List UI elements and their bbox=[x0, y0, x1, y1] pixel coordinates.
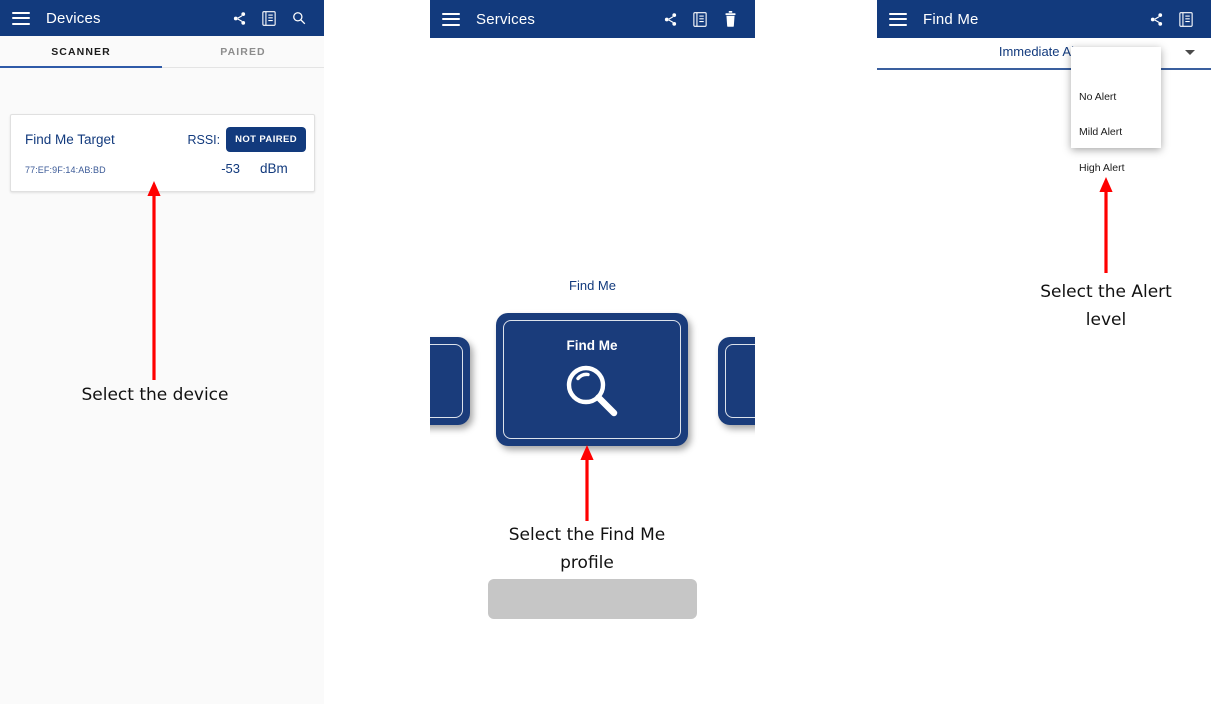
chevron-down-icon[interactable] bbox=[1185, 50, 1195, 55]
annotation-arrow-alert bbox=[1096, 176, 1116, 273]
annotation-label-profile: Select the Find Me profile bbox=[508, 525, 666, 573]
pair-status-button[interactable]: NOT PAIRED bbox=[226, 127, 306, 152]
profile-card-partial-right[interactable] bbox=[718, 337, 755, 425]
card-inner-frame bbox=[725, 344, 755, 418]
profile-card-label: Find Me bbox=[566, 338, 618, 353]
hamburger-icon[interactable] bbox=[889, 12, 907, 26]
trash-icon[interactable] bbox=[717, 6, 743, 32]
annotation-label-alert: Select the Alert level bbox=[1040, 282, 1172, 330]
devices-tabs: SCANNER PAIRED bbox=[0, 36, 324, 68]
tab-scanner[interactable]: SCANNER bbox=[0, 36, 162, 68]
rssi-unit: dBm bbox=[260, 161, 288, 176]
devices-appbar: Devices bbox=[0, 0, 324, 36]
hamburger-icon[interactable] bbox=[12, 11, 30, 25]
services-appbar: Services bbox=[430, 0, 755, 38]
device-name: Find Me Target bbox=[25, 132, 115, 147]
hamburger-icon[interactable] bbox=[442, 12, 460, 26]
log-icon[interactable] bbox=[687, 6, 713, 32]
magnifier-icon bbox=[496, 363, 688, 421]
rssi-value: -53 bbox=[221, 161, 240, 176]
device-mac-address: 77:EF:9F:14:AB:BD bbox=[25, 165, 106, 175]
log-icon[interactable] bbox=[256, 5, 282, 31]
tab-paired[interactable]: PAIRED bbox=[162, 36, 324, 67]
annotation-arrow-profile bbox=[577, 444, 597, 521]
device-row-secondary: 77:EF:9F:14:AB:BD -53 dBm bbox=[25, 161, 300, 176]
alert-level-dropdown[interactable]: No Alert Mild Alert High Alert bbox=[1071, 47, 1161, 174]
profile-card-carousel: Find Me bbox=[430, 313, 755, 446]
rssi-label: RSSI: bbox=[187, 132, 221, 147]
share-icon[interactable] bbox=[657, 6, 683, 32]
profile-card-partial-left[interactable] bbox=[430, 337, 470, 425]
annotation-label-device: Select the device bbox=[81, 385, 229, 405]
services-section-title: Find Me bbox=[569, 278, 616, 293]
dropdown-option-no-alert[interactable]: No Alert bbox=[1079, 91, 1116, 103]
log-icon[interactable] bbox=[1173, 6, 1199, 32]
dropdown-option-mild-alert[interactable]: Mild Alert bbox=[1079, 126, 1122, 138]
annotation-arrow-device bbox=[144, 180, 164, 380]
devices-title: Devices bbox=[46, 9, 101, 27]
services-panel: Services Find Me Find Me bbox=[430, 0, 755, 704]
dropdown-option-high-alert[interactable]: High Alert bbox=[1079, 162, 1125, 174]
findme-title: Find Me bbox=[923, 10, 979, 28]
screenshot-stage: Devices SCANNER PAIRED Find Me Target RS… bbox=[0, 0, 1211, 704]
share-icon[interactable] bbox=[226, 5, 252, 31]
share-icon[interactable] bbox=[1143, 6, 1169, 32]
services-title: Services bbox=[476, 10, 536, 28]
bottom-placeholder-bar[interactable] bbox=[488, 579, 697, 619]
search-icon[interactable] bbox=[286, 5, 312, 31]
findme-appbar: Find Me bbox=[877, 0, 1211, 38]
findme-panel: Find Me Immediate Alert No Alert Mild Al… bbox=[877, 0, 1211, 704]
card-inner-frame bbox=[430, 344, 463, 418]
device-row-primary: Find Me Target RSSI: NOT PAIRED bbox=[25, 127, 306, 152]
profile-card-find-me[interactable]: Find Me bbox=[496, 313, 688, 446]
